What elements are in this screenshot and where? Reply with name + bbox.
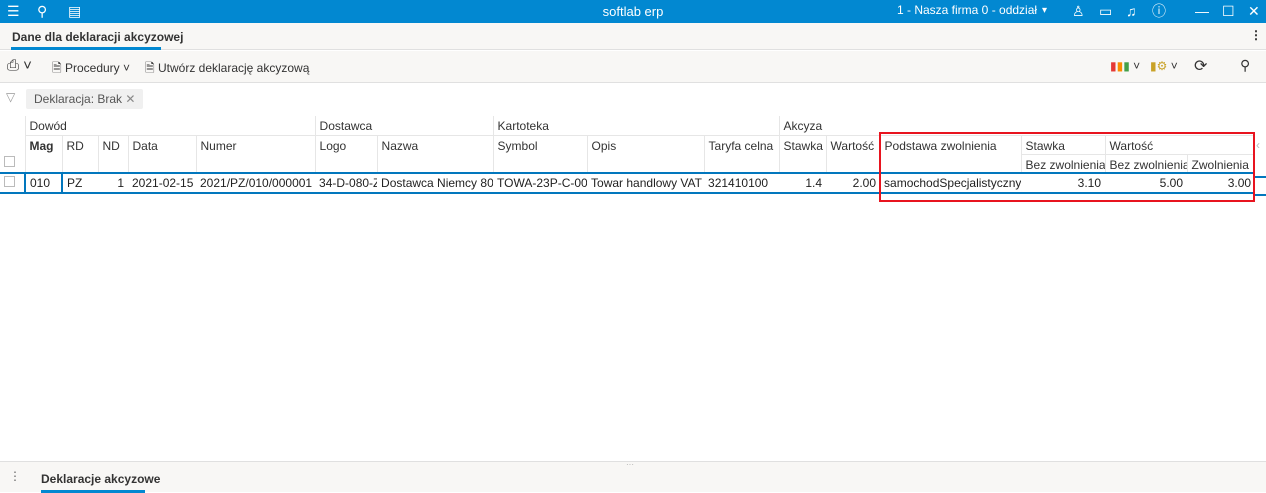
col-mag[interactable]: Mag <box>24 135 62 174</box>
procedures-button[interactable]: 🗎 Procedury ˅ <box>52 59 130 80</box>
chevron-down-icon[interactable]: ▾ <box>1042 2 1047 20</box>
col-zwolnienia[interactable]: Zwolnienia <box>1186 154 1256 174</box>
col-logo[interactable]: Logo <box>314 135 378 174</box>
create-declaration-button[interactable]: 🗎 Utwórz deklarację akcyzową <box>145 59 309 80</box>
cell-mag[interactable]: 010 <box>24 172 63 194</box>
chart-icon[interactable]: ▮▮▮ ˅ <box>1110 59 1140 73</box>
cell-podstawa[interactable]: samochodSpecjalistyczny <box>880 172 1022 194</box>
cell-nazwa[interactable]: Dostawca Niemcy 80 <box>377 172 494 194</box>
col-stawka-bez[interactable]: Bez zwolnienia <box>1020 154 1106 174</box>
cell-opis[interactable]: Towar handlowy VAT 23% <box>587 172 705 194</box>
select-all-checkbox[interactable] <box>4 156 15 167</box>
close-icon[interactable]: ✕ <box>1248 2 1260 20</box>
col-rd[interactable]: RD <box>61 135 98 174</box>
user-icon[interactable]: ♙ <box>1072 2 1085 20</box>
minimize-icon[interactable]: — <box>1195 2 1209 20</box>
tab-bar: Dane dla deklaracji akcyzowej ⋮ <box>0 23 1266 50</box>
cell-stawka-bez[interactable]: 3.10 <box>1021 172 1106 194</box>
cell-wartosc-bez[interactable]: 5.00 <box>1105 172 1188 194</box>
cell-symbol[interactable]: TOWA-23P-C-003 <box>493 172 588 194</box>
remove-icon[interactable]: ✕ <box>125 92 135 106</box>
group-kartoteka: Kartoteka <box>492 116 780 136</box>
col-wartosc-bez[interactable]: Bez zwolnienia <box>1104 154 1188 174</box>
col-symbol[interactable]: Symbol <box>492 135 588 174</box>
filter-row: ▽ Deklaracja: Brak ✕ <box>0 84 1266 114</box>
print-icon[interactable]: ⎙ ˅ <box>7 57 32 74</box>
more-icon[interactable]: ⋮ <box>9 469 21 483</box>
col-taryfa[interactable]: Taryfa celna <box>703 135 780 174</box>
resize-handle[interactable]: ··· <box>626 460 634 469</box>
cell-rd[interactable]: PZ <box>62 172 98 194</box>
tab-deklaracje[interactable]: Deklaracje akcyzowe <box>41 472 160 486</box>
col-data[interactable]: Data <box>127 135 196 174</box>
row-extension <box>1255 176 1266 196</box>
group-dostawca: Dostawca <box>314 116 494 136</box>
data-grid: Dowód Dostawca Kartoteka Akcyza Mag RD N… <box>0 116 1256 194</box>
filter-chip[interactable]: Deklaracja: Brak ✕ <box>26 89 144 109</box>
filter-icon[interactable]: ▽ <box>6 90 15 104</box>
col-nd[interactable]: ND <box>97 135 128 174</box>
group-dowod: Dowód <box>24 116 316 136</box>
active-tab-indicator <box>11 47 161 50</box>
cell-taryfa[interactable]: 321410100 <box>704 172 780 194</box>
cell-wartosc[interactable]: 2.00 <box>826 172 881 194</box>
cell-logo[interactable]: 34-D-080-Z <box>315 172 378 194</box>
help-icon[interactable]: ⓘ <box>1152 2 1166 20</box>
table-row[interactable]: 010 PZ 1 2021-02-15 2021/PZ/010/000001 3… <box>0 172 1256 194</box>
scroll-left-icon[interactable]: ‹ <box>1256 138 1260 152</box>
company-selector[interactable]: 1 - Nasza firma 0 - oddział <box>897 3 1037 17</box>
col-numer[interactable]: Numer <box>195 135 316 174</box>
col-opis[interactable]: Opis <box>586 135 705 174</box>
search-filter-icon[interactable]: ⚲ <box>1240 57 1250 74</box>
bottom-tab-bar: ⋮ ··· Deklaracje akcyzowe <box>0 460 1266 493</box>
col-stawka-group: Stawka <box>1020 135 1106 155</box>
tab-dane[interactable]: Dane dla deklaracji akcyzowej <box>12 30 183 44</box>
group-akcyza: Akcyza <box>778 116 1256 136</box>
more-icon[interactable]: ⋮ <box>1250 28 1262 42</box>
col-wartosc[interactable]: Wartość <box>825 135 881 174</box>
toolbar: ⎙ ˅ 🗎 Procedury ˅ 🗎 Utwórz deklarację ak… <box>0 51 1266 83</box>
col-podstawa[interactable]: Podstawa zwolnienia <box>879 135 1022 174</box>
col-wartosc-group: Wartość <box>1104 135 1256 155</box>
row-checkbox[interactable] <box>4 176 15 187</box>
col-stawka[interactable]: Stawka <box>778 135 827 174</box>
col-nazwa[interactable]: Nazwa <box>376 135 494 174</box>
cell-nd[interactable]: 1 <box>98 172 128 194</box>
maximize-icon[interactable]: ☐ <box>1222 2 1235 20</box>
cell-stawka[interactable]: 1.4 <box>779 172 827 194</box>
cell-numer[interactable]: 2021/PZ/010/000001 <box>196 172 316 194</box>
cell-data[interactable]: 2021-02-15 <box>128 172 196 194</box>
refresh-icon[interactable]: ⟳ <box>1194 56 1207 76</box>
cell-zwolnienia[interactable]: 3.00 <box>1187 172 1256 194</box>
title-bar: ☰ ⚲ ▤ softlab erp 1 - Nasza firma 0 - od… <box>0 0 1266 23</box>
bell-icon[interactable]: ♫ <box>1126 2 1137 20</box>
settings-alert-icon[interactable]: ▮⚙ ˅ <box>1150 59 1178 73</box>
chat-icon[interactable]: ▭ <box>1099 2 1112 20</box>
